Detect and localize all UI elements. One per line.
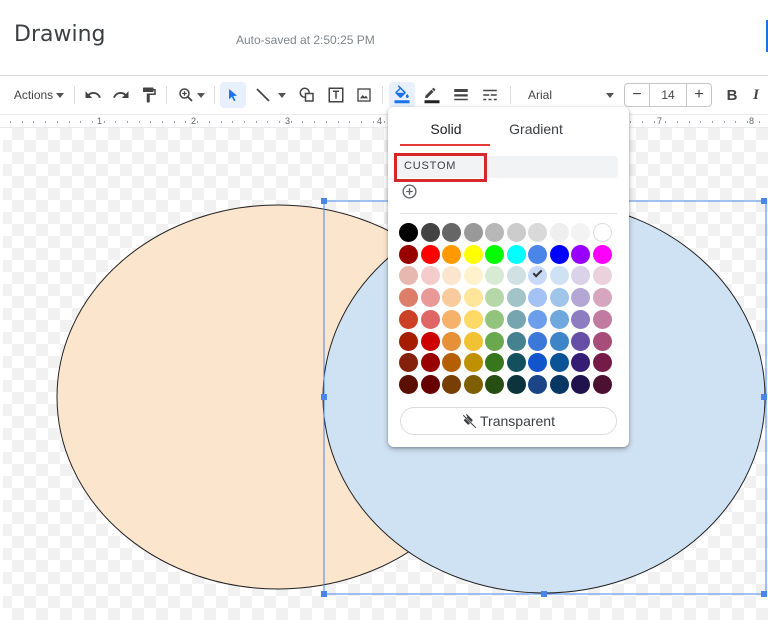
color-swatch[interactable] (463, 374, 483, 394)
color-swatch[interactable] (549, 374, 569, 394)
color-swatch[interactable] (463, 244, 483, 264)
color-swatch[interactable] (592, 309, 612, 329)
popup-divider (400, 213, 617, 214)
color-swatch[interactable] (399, 374, 418, 394)
color-swatch[interactable] (506, 353, 526, 373)
color-swatch[interactable] (571, 353, 590, 373)
color-swatch[interactable] (485, 244, 504, 264)
add-custom-color-icon[interactable] (401, 183, 418, 200)
color-swatch[interactable] (528, 309, 547, 329)
color-swatch[interactable] (549, 309, 569, 329)
color-swatch[interactable] (399, 331, 418, 351)
color-swatch[interactable] (442, 309, 461, 329)
color-swatch[interactable] (420, 309, 440, 329)
color-swatch[interactable] (549, 266, 569, 286)
color-swatch[interactable] (463, 288, 483, 308)
color-swatch[interactable] (571, 288, 590, 308)
color-swatch[interactable] (420, 374, 440, 394)
color-swatch[interactable] (485, 309, 504, 329)
color-swatch[interactable] (528, 374, 547, 394)
resize-handle[interactable] (321, 198, 327, 204)
color-swatch[interactable] (549, 244, 569, 264)
color-swatch[interactable] (463, 266, 483, 286)
resize-handle[interactable] (761, 591, 767, 597)
color-swatch[interactable] (399, 266, 418, 286)
resize-handle[interactable] (321, 394, 327, 400)
color-swatch[interactable] (420, 244, 440, 264)
transparent-label: Transparent (480, 413, 555, 429)
color-swatch[interactable] (506, 266, 526, 286)
color-swatch[interactable] (528, 331, 547, 351)
color-swatch[interactable] (571, 244, 590, 264)
color-swatch[interactable] (549, 288, 569, 308)
color-swatch[interactable] (592, 223, 612, 242)
color-swatch[interactable] (485, 266, 504, 286)
tab-gradient[interactable]: Gradient (494, 121, 578, 147)
color-swatch[interactable] (485, 353, 504, 373)
color-swatch[interactable] (399, 288, 418, 308)
color-swatch[interactable] (528, 266, 547, 286)
color-swatch[interactable] (442, 223, 461, 242)
color-swatch[interactable] (592, 374, 612, 394)
color-swatch[interactable] (528, 288, 547, 308)
color-swatch[interactable] (420, 331, 440, 351)
tab-selected-underline (400, 144, 490, 146)
color-swatch[interactable] (571, 223, 590, 242)
color-swatch[interactable] (592, 244, 612, 264)
color-swatch[interactable] (442, 244, 461, 264)
color-swatch[interactable] (399, 223, 418, 242)
color-swatch[interactable] (485, 288, 504, 308)
color-swatch[interactable] (506, 223, 526, 242)
color-swatch[interactable] (549, 331, 569, 351)
checkmark-icon (532, 267, 543, 278)
color-swatch[interactable] (571, 331, 590, 351)
color-swatch[interactable] (506, 244, 526, 264)
color-swatch[interactable] (485, 223, 504, 242)
color-swatch[interactable] (399, 353, 418, 373)
color-swatch[interactable] (506, 288, 526, 308)
color-swatch[interactable] (399, 244, 418, 264)
color-swatch[interactable] (399, 309, 418, 329)
color-swatch[interactable] (485, 331, 504, 351)
resize-handle[interactable] (761, 394, 767, 400)
color-swatch[interactable] (571, 309, 590, 329)
color-swatch[interactable] (528, 353, 547, 373)
color-swatch[interactable] (549, 223, 569, 242)
color-swatch[interactable] (420, 223, 440, 242)
resize-handle[interactable] (321, 591, 327, 597)
color-swatch[interactable] (549, 353, 569, 373)
color-swatch[interactable] (442, 266, 461, 286)
transparent-bucket-icon (462, 413, 477, 428)
color-swatch[interactable] (420, 266, 440, 286)
color-swatch[interactable] (463, 309, 483, 329)
color-swatch[interactable] (463, 223, 483, 242)
color-swatch[interactable] (506, 309, 526, 329)
color-swatch[interactable] (420, 288, 440, 308)
resize-handle[interactable] (541, 591, 547, 597)
color-swatch[interactable] (506, 374, 526, 394)
color-swatch[interactable] (592, 266, 612, 286)
color-swatch[interactable] (442, 331, 461, 351)
color-swatch[interactable] (592, 288, 612, 308)
color-swatch[interactable] (528, 244, 547, 264)
custom-colors-label: CUSTOM (404, 160, 457, 172)
color-swatch[interactable] (571, 374, 590, 394)
shapes-layer (56, 198, 767, 597)
color-swatch[interactable] (571, 266, 590, 286)
color-swatch[interactable] (528, 223, 547, 242)
color-swatch[interactable] (442, 353, 461, 373)
color-swatch[interactable] (442, 288, 461, 308)
resize-handle[interactable] (761, 198, 767, 204)
color-swatch[interactable] (420, 353, 440, 373)
fill-color-popup: Solid Gradient CUSTOM Transparent (388, 107, 629, 447)
color-swatch[interactable] (442, 374, 461, 394)
color-swatch[interactable] (485, 374, 504, 394)
color-swatch[interactable] (463, 353, 483, 373)
color-swatch[interactable] (463, 331, 483, 351)
transparent-button[interactable]: Transparent (400, 407, 617, 435)
color-swatch[interactable] (592, 331, 612, 351)
color-swatch[interactable] (506, 331, 526, 351)
color-swatch[interactable] (592, 353, 612, 373)
